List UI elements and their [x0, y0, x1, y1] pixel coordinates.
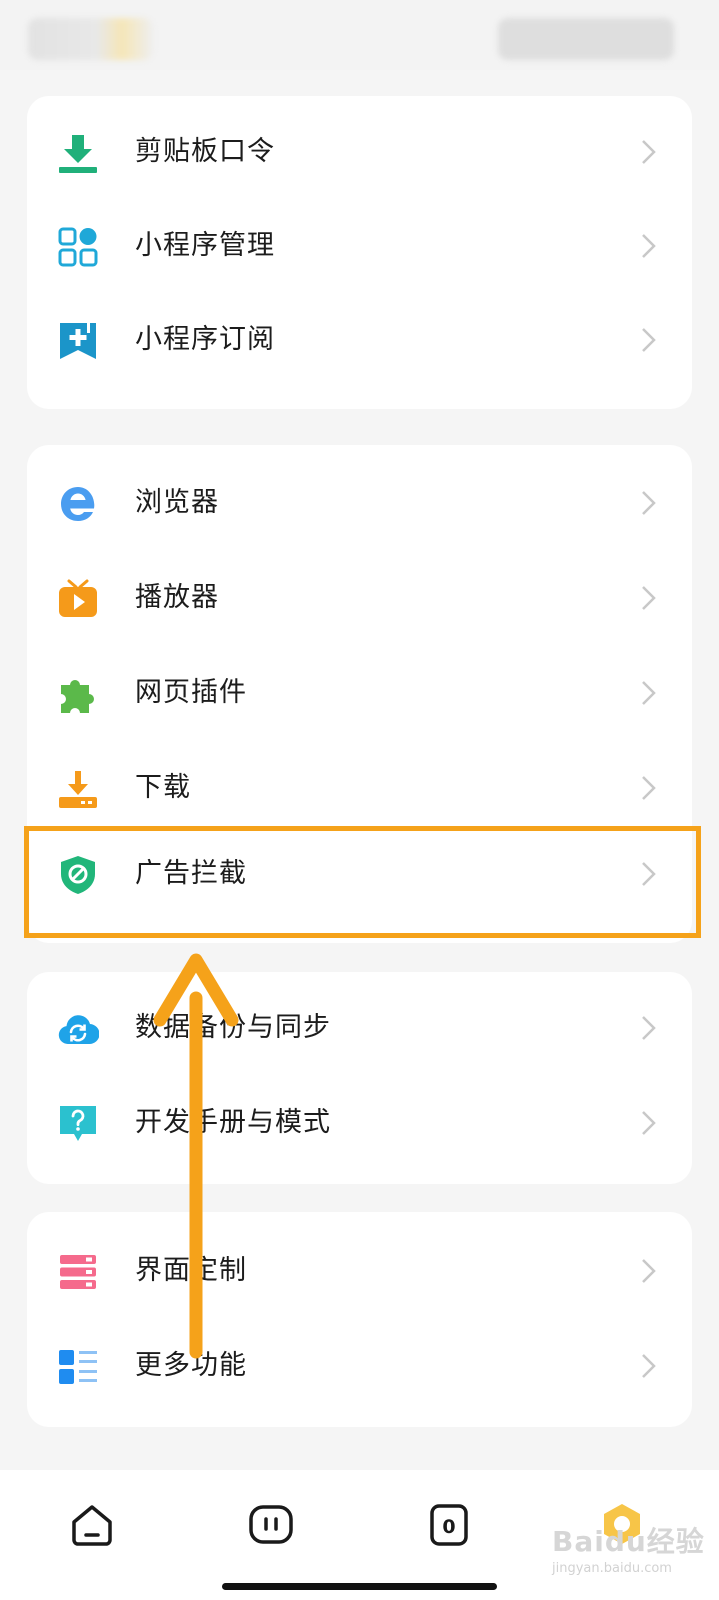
menu-item-label: 网页插件 [135, 677, 247, 708]
chevron-right-icon [632, 1350, 664, 1382]
tabs-tab[interactable]: 0 [424, 1500, 474, 1550]
settings-group-3: 数据备份与同步 开发手册与模式 [27, 972, 692, 1184]
chevron-right-icon [632, 1012, 664, 1044]
menu-item-dev-manual[interactable]: 开发手册与模式 [27, 1083, 692, 1163]
download-icon [57, 768, 99, 810]
home-indicator [222, 1583, 497, 1590]
chat-icon [249, 1505, 293, 1544]
chevron-right-icon [632, 772, 664, 804]
watermark-subtext: jingyan.baidu.com [552, 1561, 672, 1576]
menu-item-label: 小程序订阅 [135, 324, 275, 355]
tab-count: 0 [442, 1516, 455, 1538]
tabs-icon: 0 [430, 1504, 468, 1546]
top-header [0, 0, 719, 70]
chevron-right-icon [632, 1255, 664, 1287]
chevron-right-icon [632, 136, 664, 168]
menu-item-label: 更多功能 [135, 1350, 247, 1381]
chevron-right-icon [632, 324, 664, 356]
menu-item-label: 下载 [135, 772, 191, 803]
browser-icon [57, 483, 99, 525]
backup-sync-icon [57, 1008, 99, 1050]
menu-item-label: 浏览器 [135, 487, 219, 518]
mini-program-subscribe-icon [57, 320, 99, 362]
menu-item-label: 小程序管理 [135, 230, 275, 261]
settings-group-4: 界面定制 更多功能 [27, 1212, 692, 1427]
menu-item-label: 开发手册与模式 [135, 1107, 331, 1138]
menu-item-clipboard-code[interactable]: 剪贴板口令 [27, 112, 692, 192]
menu-item-label: 剪贴板口令 [135, 136, 275, 167]
dev-manual-icon [57, 1103, 99, 1145]
blurred-header-action[interactable] [498, 18, 674, 60]
home-tab[interactable] [67, 1500, 117, 1550]
settings-group-1: 剪贴板口令 小程序管理 小程序订阅 [27, 96, 692, 409]
web-plugin-icon [57, 673, 99, 715]
menu-item-web-plugin[interactable]: 网页插件 [27, 653, 692, 733]
chevron-right-icon [632, 230, 664, 262]
chevron-right-icon [632, 677, 664, 709]
chat-tab[interactable] [246, 1500, 296, 1550]
menu-item-mini-program-subscribe[interactable]: 小程序订阅 [27, 300, 692, 380]
ui-customize-icon [57, 1251, 99, 1293]
blurred-account-area[interactable] [28, 18, 153, 60]
mini-program-manage-icon [57, 226, 99, 268]
chevron-right-icon [632, 487, 664, 519]
watermark-text: Baidu经验 [552, 1525, 705, 1558]
clipboard-code-icon [57, 132, 99, 174]
chevron-right-icon [632, 582, 664, 614]
menu-item-label: 播放器 [135, 582, 219, 613]
menu-item-backup-sync[interactable]: 数据备份与同步 [27, 988, 692, 1068]
menu-item-label: 界面定制 [135, 1255, 247, 1286]
more-features-icon [57, 1346, 99, 1388]
menu-item-mini-program-manage[interactable]: 小程序管理 [27, 206, 692, 286]
menu-item-download[interactable]: 下载 [27, 748, 692, 828]
chevron-right-icon [632, 1107, 664, 1139]
home-icon [72, 1505, 112, 1546]
menu-item-more-features[interactable]: 更多功能 [27, 1326, 692, 1406]
menu-item-browser[interactable]: 浏览器 [27, 463, 692, 543]
menu-item-label: 数据备份与同步 [135, 1012, 331, 1043]
menu-item-player[interactable]: 播放器 [27, 558, 692, 638]
menu-item-ui-customize[interactable]: 界面定制 [27, 1231, 692, 1311]
player-icon [57, 578, 99, 620]
highlight-box [24, 826, 701, 938]
